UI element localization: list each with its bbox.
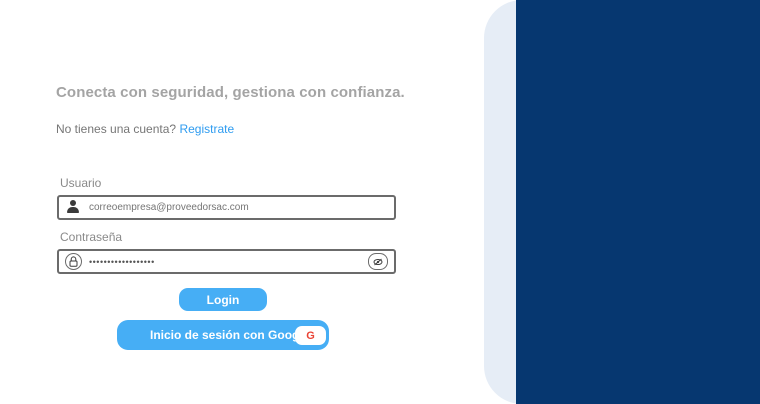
google-signin-label: Inicio de sesión con Google [150, 328, 310, 342]
google-signin-button[interactable]: Inicio de sesión con Google G [117, 320, 329, 350]
signup-row: No tienes una cuenta? Registrate [56, 122, 234, 136]
password-input[interactable] [89, 251, 369, 272]
signup-link[interactable]: Registrate [179, 122, 234, 136]
lock-icon [65, 253, 82, 270]
username-input[interactable] [89, 197, 379, 218]
password-label: Contraseña [60, 230, 123, 244]
username-field-wrapper [57, 195, 396, 220]
google-g-letter: G [306, 329, 315, 342]
page-tagline: Conecta con seguridad, gestiona con conf… [56, 84, 405, 101]
signup-prompt: No tienes una cuenta? [56, 122, 177, 136]
username-label: Usuario [60, 176, 102, 190]
right-brand-panel [516, 0, 760, 404]
google-icon: G [295, 326, 326, 345]
login-page: Conecta con seguridad, gestiona con conf… [0, 0, 760, 404]
eye-slash-icon[interactable] [368, 253, 388, 270]
login-button[interactable]: Login [179, 288, 267, 311]
password-field-wrapper [57, 249, 396, 274]
user-icon [67, 200, 79, 214]
